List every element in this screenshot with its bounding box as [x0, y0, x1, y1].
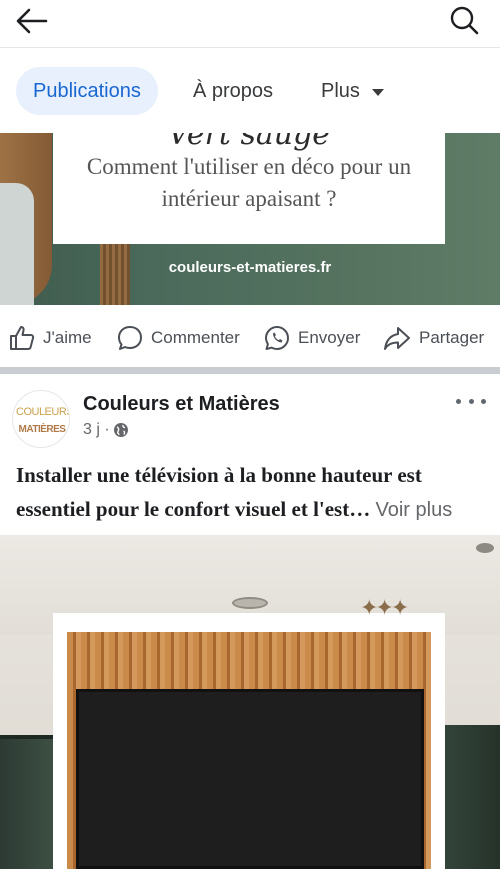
tab-label: À propos — [193, 79, 274, 102]
arrow-left-icon[interactable] — [14, 6, 50, 36]
decor-shape — [0, 183, 34, 305]
send-whatsapp-button[interactable]: Envoyer — [263, 324, 360, 352]
image-window — [0, 735, 58, 869]
top-app-bar — [0, 0, 500, 48]
share-arrow-icon — [384, 327, 410, 350]
tab-label: Publications — [33, 79, 141, 102]
send-label: Envoyer — [298, 328, 361, 347]
post-time[interactable]: 3 j · — [83, 421, 110, 439]
page-name-link[interactable]: Couleurs et Matières — [83, 393, 280, 416]
tab-publications[interactable]: Publications — [16, 67, 158, 115]
share-label: Partager — [419, 328, 485, 347]
post-actions: J'aime Commenter Envoyer Partager — [0, 310, 500, 366]
image-text-card: Vert sauge Comment l'utiliser en déco po… — [53, 133, 445, 244]
like-label: J'aime — [43, 328, 92, 347]
post-image[interactable]: ✦✦✦ — [0, 535, 500, 869]
comment-bubble-icon — [118, 326, 142, 350]
see-more-link[interactable]: Voir plus — [375, 499, 452, 521]
post-header: COULEURS MATIÈRES Couleurs et Matières 3… — [0, 378, 500, 448]
post-meta: 3 j · — [83, 421, 129, 439]
globe-icon — [113, 423, 128, 437]
comment-label: Commenter — [151, 328, 240, 347]
comment-button[interactable]: Commenter — [116, 324, 240, 352]
post-body: Installer une télévision à la bonne haut… — [16, 463, 422, 521]
like-button[interactable]: J'aime — [8, 324, 92, 352]
tab-label: Plus — [321, 79, 360, 102]
post-text: Installer une télévision à la bonne haut… — [16, 458, 490, 527]
sparkle-icon: ✦✦✦ — [360, 595, 409, 620]
avatar[interactable]: COULEURS MATIÈRES — [12, 390, 70, 448]
more-options-icon[interactable] — [456, 392, 486, 410]
tab-about[interactable]: À propos — [193, 67, 273, 115]
site-caption: couleurs-et-matieres.fr — [168, 259, 332, 276]
card-title: Vert sauge — [167, 133, 331, 152]
card-subtitle: Comment l'utiliser en déco pour un intér… — [86, 154, 412, 211]
avatar-text: COULEURS — [16, 406, 70, 418]
profile-tabs: Publications À propos Plus — [0, 60, 500, 122]
search-icon[interactable] — [448, 5, 480, 37]
thumbs-up-icon — [10, 326, 35, 350]
tab-more[interactable]: Plus — [321, 67, 384, 115]
header-divider — [0, 47, 500, 48]
ceiling-light — [476, 543, 494, 553]
previous-post-image[interactable]: Vert sauge Comment l'utiliser en déco po… — [0, 133, 500, 305]
ceiling-light — [232, 597, 268, 609]
image-window — [440, 725, 500, 869]
caret-down-icon — [371, 89, 384, 96]
whatsapp-icon — [265, 326, 289, 350]
avatar-text: MATIÈRES — [18, 424, 66, 435]
television-screen — [76, 689, 424, 869]
share-button[interactable]: Partager — [382, 324, 484, 352]
post-separator — [0, 367, 500, 374]
